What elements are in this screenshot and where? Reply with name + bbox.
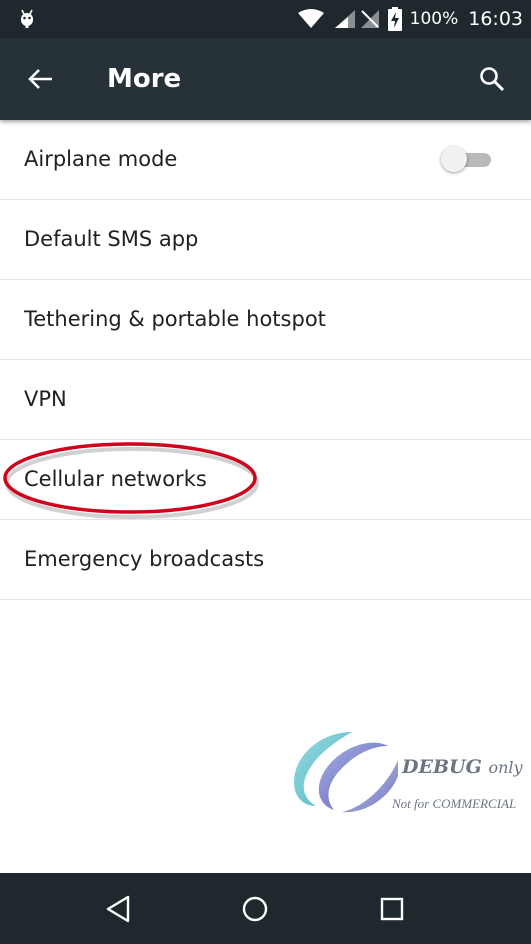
navigation-bar [0,873,531,944]
debug-watermark: DEBUG only Not for COMMERCIAL [290,726,531,818]
screen: 100% 16:03 More Airplane mode Default SM… [0,0,531,944]
watermark-line2: Not for COMMERCIAL [392,796,517,811]
settings-item-default-sms-app[interactable]: Default SMS app [0,200,531,280]
toggle-thumb [441,146,467,172]
settings-item-label: Tethering & portable hotspot [24,307,326,331]
nav-home-button[interactable] [235,889,275,929]
status-icons: 100% 16:03 [297,0,523,38]
back-triangle-icon [106,895,130,923]
settings-item-label: Airplane mode [24,147,178,171]
signal-icon [334,10,355,28]
settings-item-airplane-mode[interactable]: Airplane mode [0,120,531,200]
clock: 16:03 [468,8,523,30]
settings-item-label: VPN [24,387,67,411]
watermark-logo-icon [294,732,398,813]
settings-item-label: Cellular networks [24,467,207,491]
app-bar: More [0,38,531,120]
settings-item-label: Default SMS app [24,227,199,251]
airplane-mode-toggle[interactable] [441,146,495,172]
android-debug-icon [21,9,33,28]
arrow-back-icon [28,69,52,89]
status-bar: 100% 16:03 [0,0,531,38]
search-icon [480,67,505,92]
nav-recents-button[interactable] [372,889,412,929]
search-button[interactable] [473,60,511,98]
back-button[interactable] [22,60,60,98]
watermark-line1: DEBUG only [402,756,523,778]
battery-charging-icon [387,7,402,31]
settings-list: Airplane mode Default SMS app Tethering … [0,120,531,600]
page-title: More [107,64,182,94]
settings-item-vpn[interactable]: VPN [0,360,531,440]
settings-item-emergency-broadcasts[interactable]: Emergency broadcasts [0,520,531,600]
battery-percentage: 100% [409,9,459,29]
home-circle-icon [242,896,268,922]
settings-item-tethering-hotspot[interactable]: Tethering & portable hotspot [0,280,531,360]
nav-back-button[interactable] [98,889,138,929]
settings-item-label: Emergency broadcasts [24,547,265,571]
settings-item-cellular-networks[interactable]: Cellular networks [0,440,531,520]
recents-square-icon [380,897,404,921]
no-signal-icon [360,10,379,28]
wifi-icon [297,9,324,28]
